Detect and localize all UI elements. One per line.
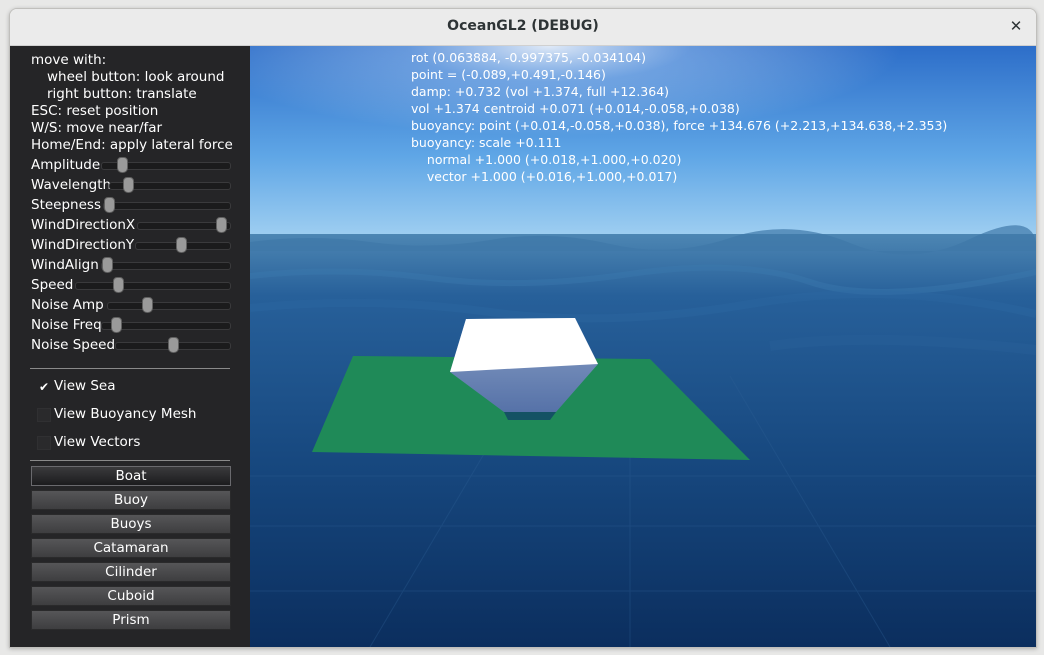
slider-label: Noise Freq bbox=[31, 317, 102, 333]
model-button-catamaran[interactable]: Catamaran bbox=[31, 538, 231, 558]
slider-handle[interactable] bbox=[113, 277, 124, 293]
checkbox-label: View Vectors bbox=[54, 434, 141, 450]
checkbox-label: View Buoyancy Mesh bbox=[54, 406, 197, 422]
slider-winddirectiony: WindDirectionY bbox=[31, 236, 231, 256]
model-button-boat[interactable]: Boat bbox=[31, 466, 231, 486]
model-button-buoys[interactable]: Buoys bbox=[31, 514, 231, 534]
slider-label: WindAlign bbox=[31, 257, 99, 273]
separator bbox=[30, 368, 230, 369]
slider-label: WindDirectionX bbox=[31, 217, 136, 233]
checkbox-view-buoyancy-mesh[interactable]: View Buoyancy Mesh bbox=[37, 406, 237, 424]
ocean-viewport[interactable]: rot (0.063884, -0.997375, -0.034104) poin… bbox=[250, 46, 1036, 647]
checkbox-box[interactable] bbox=[37, 436, 51, 450]
slider-track[interactable] bbox=[103, 197, 231, 213]
model-button-cuboid[interactable]: Cuboid bbox=[31, 586, 231, 606]
slider-track[interactable] bbox=[109, 177, 231, 193]
slider-handle[interactable] bbox=[117, 157, 128, 173]
close-icon[interactable]: ✕ bbox=[1006, 16, 1026, 36]
checkbox-view-sea[interactable]: ✔ View Sea bbox=[37, 378, 237, 396]
help-line: Home/End: apply lateral force bbox=[31, 137, 233, 153]
slider-noise-amp: Noise Amp bbox=[31, 296, 231, 316]
model-button-cilinder[interactable]: Cilinder bbox=[31, 562, 231, 582]
slider-label: Amplitude bbox=[31, 157, 101, 173]
slider-amplitude: Amplitude bbox=[31, 156, 231, 176]
debug-line: rot (0.063884, -0.997375, -0.034104) bbox=[411, 50, 646, 65]
title-bar: OceanGL2 (DEBUG) ✕ bbox=[10, 9, 1036, 46]
slider-track[interactable] bbox=[75, 277, 231, 293]
window-title: OceanGL2 (DEBUG) bbox=[447, 18, 599, 34]
slider-handle[interactable] bbox=[142, 297, 153, 313]
slider-handle[interactable] bbox=[123, 177, 134, 193]
slider-windalign: WindAlign bbox=[31, 256, 231, 276]
help-text: move with: wheel button: look around right… bbox=[31, 52, 233, 154]
slider-label: WindDirectionY bbox=[31, 237, 135, 253]
debug-line: buoyancy: point (+0.014,-0.058,+0.038), … bbox=[411, 118, 948, 133]
separator bbox=[30, 460, 230, 461]
debug-line: vol +1.374 centroid +0.071 (+0.014,-0.05… bbox=[411, 101, 740, 116]
slider-handle[interactable] bbox=[102, 257, 113, 273]
slider-handle[interactable] bbox=[104, 197, 115, 213]
debug-overlay: rot (0.063884, -0.997375, -0.034104) poin… bbox=[411, 49, 947, 185]
slider-handle[interactable] bbox=[176, 237, 187, 253]
slider-track[interactable] bbox=[101, 317, 231, 333]
slider-winddirectionx: WindDirectionX bbox=[31, 216, 231, 236]
help-line: W/S: move near/far bbox=[31, 120, 163, 136]
control-panel: move with: wheel button: look around right… bbox=[10, 46, 250, 647]
checkbox-box[interactable] bbox=[37, 408, 51, 422]
checkbox-label: View Sea bbox=[54, 378, 116, 394]
slider-steepness: Steepness bbox=[31, 196, 231, 216]
debug-line: normal +1.000 (+0.018,+1.000,+0.020) bbox=[411, 152, 682, 167]
debug-line: point = (-0.089,+0.491,-0.146) bbox=[411, 67, 606, 82]
help-line: right button: translate bbox=[47, 86, 197, 102]
slider-handle[interactable] bbox=[216, 217, 227, 233]
slider-handle[interactable] bbox=[168, 337, 179, 353]
slider-label: Speed bbox=[31, 277, 74, 293]
app-window: OceanGL2 (DEBUG) ✕ move with: wheel butto… bbox=[9, 8, 1037, 648]
slider-noise-speed: Noise Speed bbox=[31, 336, 231, 356]
slider-wavelength: Wavelength bbox=[31, 176, 231, 196]
slider-track[interactable] bbox=[101, 257, 231, 273]
slider-track[interactable] bbox=[137, 217, 231, 233]
checkbox-view-vectors[interactable]: View Vectors bbox=[37, 434, 237, 452]
debug-line: vector +1.000 (+0.016,+1.000,+0.017) bbox=[411, 169, 678, 184]
slider-track[interactable] bbox=[101, 157, 231, 173]
slider-handle[interactable] bbox=[111, 317, 122, 333]
debug-line: buoyancy: scale +0.111 bbox=[411, 135, 562, 150]
help-line: move with: bbox=[31, 52, 107, 68]
slider-speed: Speed bbox=[31, 276, 231, 296]
slider-track[interactable] bbox=[135, 237, 231, 253]
slider-label: Steepness bbox=[31, 197, 101, 213]
slider-label: Noise Amp bbox=[31, 297, 104, 313]
slider-label: Wavelength bbox=[31, 177, 112, 193]
slider-track[interactable] bbox=[115, 337, 231, 353]
slider-track[interactable] bbox=[107, 297, 231, 313]
slider-label: Noise Speed bbox=[31, 337, 116, 353]
checkmark-icon[interactable]: ✔ bbox=[37, 380, 51, 394]
help-line: ESC: reset position bbox=[31, 103, 159, 119]
help-line: wheel button: look around bbox=[47, 69, 225, 85]
model-button-buoy[interactable]: Buoy bbox=[31, 490, 231, 510]
debug-line: damp: +0.732 (vol +1.374, full +12.364) bbox=[411, 84, 670, 99]
model-button-prism[interactable]: Prism bbox=[31, 610, 231, 630]
slider-noise-freq: Noise Freq bbox=[31, 316, 231, 336]
